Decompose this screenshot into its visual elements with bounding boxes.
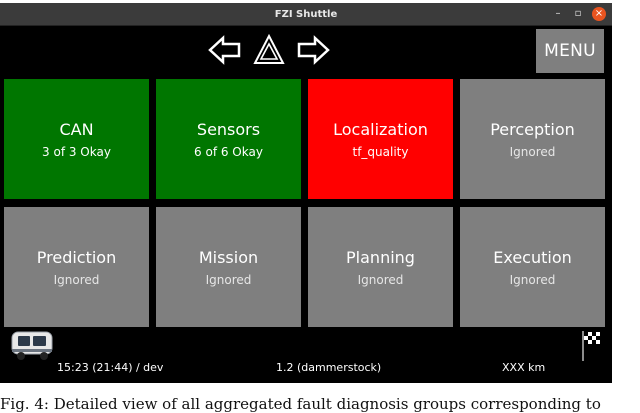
tile-name: Mission (198, 247, 259, 267)
tile-status: 6 of 6 Okay (194, 144, 263, 159)
tile-status: Ignored (509, 144, 556, 159)
window-titlebar: FZI Shuttle – ▫ × (0, 3, 612, 26)
tile-mission[interactable]: Mission Ignored (156, 207, 301, 327)
window-title: FZI Shuttle (274, 8, 338, 20)
tile-name: Sensors (196, 119, 261, 139)
tile-status: tf_quality (352, 144, 409, 159)
distance-display: XXX km (502, 361, 546, 374)
tile-status: Ignored (53, 272, 100, 287)
tile-name: Localization (333, 119, 428, 139)
tile-status: Ignored (357, 272, 404, 287)
arrow-right-icon[interactable] (296, 35, 330, 69)
tile-planning[interactable]: Planning Ignored (308, 207, 453, 327)
minimize-button[interactable]: – (551, 7, 565, 21)
close-button[interactable]: × (592, 7, 606, 21)
tile-name: Perception (490, 119, 575, 139)
tile-perception[interactable]: Perception Ignored (460, 79, 605, 199)
menu-button[interactable]: MENU (536, 29, 604, 73)
tile-name: Prediction (36, 247, 117, 267)
tile-name: Planning (346, 247, 415, 267)
checkered-flag-icon (581, 330, 603, 366)
tile-status: Ignored (509, 272, 556, 287)
tile-sensors[interactable]: Sensors 6 of 6 Okay (156, 79, 301, 199)
tile-execution[interactable]: Execution Ignored (460, 207, 605, 327)
tile-status: 3 of 3 Okay (42, 144, 111, 159)
status-bar: 15:23 (21:44) / dev 1.2 (dammerstock) XX… (0, 326, 612, 383)
tile-can[interactable]: CAN 3 of 3 Okay (4, 79, 149, 199)
figure-caption: Fig. 4: Detailed view of all aggregated … (0, 395, 601, 413)
tile-prediction[interactable]: Prediction Ignored (4, 207, 149, 327)
time-display: 15:23 (21:44) / dev (57, 361, 164, 374)
tile-name: Execution (493, 247, 572, 267)
arrow-left-icon[interactable] (208, 35, 242, 69)
tile-status: Ignored (205, 272, 252, 287)
maximize-button[interactable]: ▫ (571, 7, 585, 21)
shuttle-vehicle-icon (10, 329, 56, 365)
tile-localization[interactable]: Localization tf_quality (308, 79, 453, 199)
version-display: 1.2 (dammerstock) (276, 361, 382, 374)
navigation-bar: MENU (0, 26, 612, 76)
app-window: FZI Shuttle – ▫ × MENU CAN 3 of 3 Okay Sen… (0, 3, 612, 383)
tile-name: CAN (59, 119, 94, 139)
hazard-triangle-icon[interactable] (253, 33, 285, 70)
